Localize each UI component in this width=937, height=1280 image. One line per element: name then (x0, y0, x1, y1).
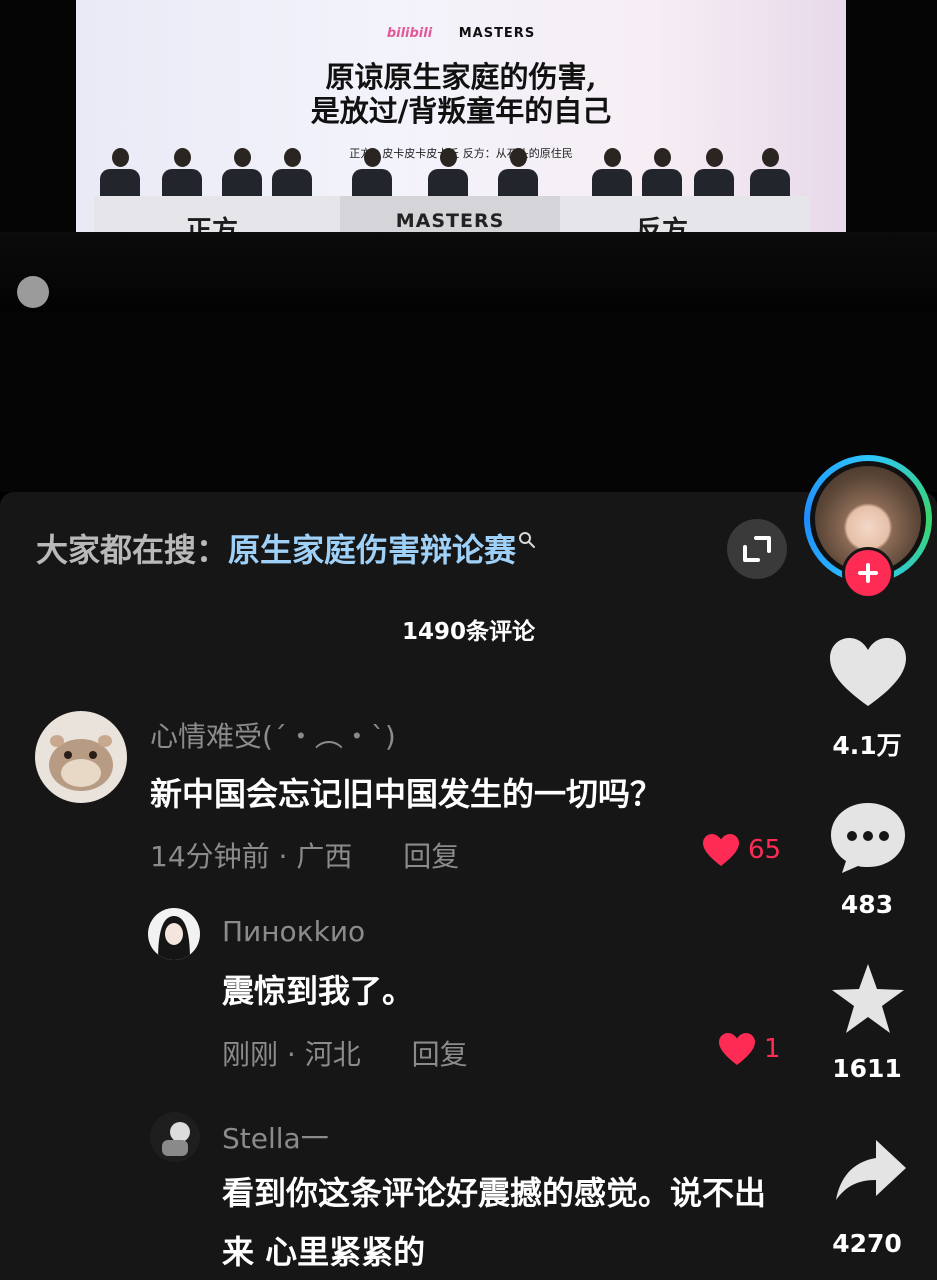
comment-time: 14分钟前 (150, 840, 270, 873)
audience-area (0, 232, 937, 312)
reply-meta: 刚刚 · 河北 回复 (222, 1033, 468, 1073)
comment-location: 广西 (296, 840, 353, 873)
girl-avatar-icon[interactable] (148, 908, 200, 960)
comment-like-count: 65 (748, 835, 782, 865)
debater (162, 148, 202, 199)
reply-button[interactable]: 回复 (403, 840, 459, 873)
debater (428, 148, 468, 199)
meta-separator: · (278, 840, 297, 873)
reply-like-button[interactable]: 1 (718, 1032, 781, 1066)
debater (750, 148, 790, 199)
share-arrow-icon[interactable] (834, 1138, 908, 1202)
reply-text-line2[interactable]: 来 心里紧紧的 (222, 1224, 425, 1280)
comments-count: 1490条评论 (401, 619, 535, 645)
reply-button[interactable]: 回复 (412, 1038, 468, 1071)
comment-bubble-icon[interactable] (828, 800, 908, 876)
trending-search-prefix: 大家都在搜： (36, 531, 229, 569)
masters-logo: MASTERS (458, 26, 536, 41)
reply-text-line1[interactable]: 看到你这条评论好震撼的感觉。说不出 (222, 1165, 766, 1221)
cartoon-avatar-icon[interactable] (150, 1112, 200, 1162)
comment-text[interactable]: 新中国会忘记旧中国发生的一切吗？ (150, 766, 662, 822)
stage-logos: bilibili MASTERS (76, 26, 846, 41)
reply-like-count: 1 (764, 1034, 781, 1064)
reply-username[interactable]: Пинокkио (222, 915, 365, 948)
debater (694, 148, 734, 199)
reply-location: 河北 (304, 1038, 361, 1071)
heart-icon (703, 834, 739, 866)
reply-username[interactable]: Stella一 (222, 1117, 329, 1157)
meta-separator: · (286, 1038, 305, 1071)
reply-text[interactable]: 震惊到我了。 (222, 963, 414, 1019)
share-count: 4270 (832, 1229, 902, 1258)
progress-handle[interactable] (17, 276, 49, 308)
debate-title-line1: 原谅原生家庭的伤害, (325, 60, 597, 94)
debater (592, 148, 632, 199)
debater (352, 148, 392, 199)
debater (272, 148, 312, 199)
comment-username[interactable]: 心情难受(´・︵・`) (150, 715, 396, 755)
comment-meta: 14分钟前 · 广西 回复 (150, 835, 459, 875)
video-player[interactable]: bilibili MASTERS 原谅原生家庭的伤害, 是放过/背叛童年的自己 … (0, 0, 937, 492)
search-icon (519, 532, 536, 548)
debater-panel (90, 140, 810, 199)
expand-button[interactable] (727, 519, 787, 579)
trending-search-term[interactable]: 原生家庭伤害辩论赛 (228, 531, 516, 569)
hamster-avatar-icon[interactable] (35, 711, 127, 803)
debater (222, 148, 262, 199)
bilibili-logo: bilibili (386, 26, 433, 41)
reply-time: 刚刚 (222, 1038, 279, 1071)
expand-icon (743, 536, 771, 562)
favorite-star-icon[interactable] (830, 962, 906, 1036)
debater (498, 148, 538, 199)
comment-count: 483 (840, 890, 894, 919)
hamster-icon (49, 735, 113, 791)
comment-like-button[interactable]: 65 (702, 833, 781, 867)
trending-search[interactable]: 大家都在搜：原生家庭伤害辩论赛 (36, 530, 536, 570)
favorite-count: 1611 (832, 1054, 902, 1083)
cartoon-icon (162, 1122, 190, 1156)
comments-sheet (0, 492, 937, 1280)
girl-icon (158, 916, 190, 960)
debate-title: 原谅原生家庭的伤害, 是放过/背叛童年的自己 (76, 60, 846, 128)
like-heart-icon[interactable] (828, 636, 908, 708)
heart-icon (719, 1033, 755, 1065)
like-count: 4.1万 (832, 731, 902, 760)
debater (100, 148, 140, 199)
follow-button[interactable] (842, 547, 894, 599)
debater (642, 148, 682, 199)
debate-title-line2: 是放过/背叛童年的自己 (310, 94, 612, 128)
